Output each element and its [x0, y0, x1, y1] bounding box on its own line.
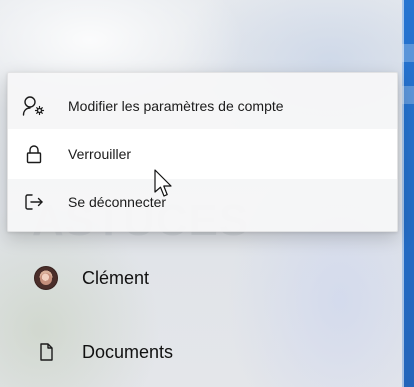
- user-settings-icon: [14, 91, 54, 121]
- menu-item-lock[interactable]: Verrouiller: [8, 129, 397, 179]
- sidebar-item-label: Documents: [82, 341, 174, 362]
- sidebar-item-documents[interactable]: Documents: [0, 320, 402, 384]
- sidebar-item-user[interactable]: Clément: [0, 246, 402, 310]
- account-context-menu: Modifier les paramètres de compte Verrou…: [7, 72, 398, 232]
- menu-item-account-settings[interactable]: Modifier les paramètres de compte: [8, 81, 397, 131]
- sidebar-item-label: Clément: [82, 267, 150, 288]
- menu-item-label: Modifier les paramètres de compte: [68, 98, 284, 114]
- app-edge-strip: [402, 0, 414, 387]
- avatar: [26, 263, 66, 293]
- user-avatar: [34, 266, 58, 290]
- menu-item-label: Verrouiller: [68, 146, 132, 162]
- strip-separator: [402, 44, 414, 62]
- lock-icon: [14, 139, 54, 169]
- strip-separator: [402, 86, 414, 104]
- menu-item-sign-out[interactable]: Se déconnecter: [8, 177, 397, 227]
- document-icon: [26, 337, 66, 367]
- sign-out-icon: [14, 187, 54, 217]
- menu-item-label: Se déconnecter: [68, 194, 167, 210]
